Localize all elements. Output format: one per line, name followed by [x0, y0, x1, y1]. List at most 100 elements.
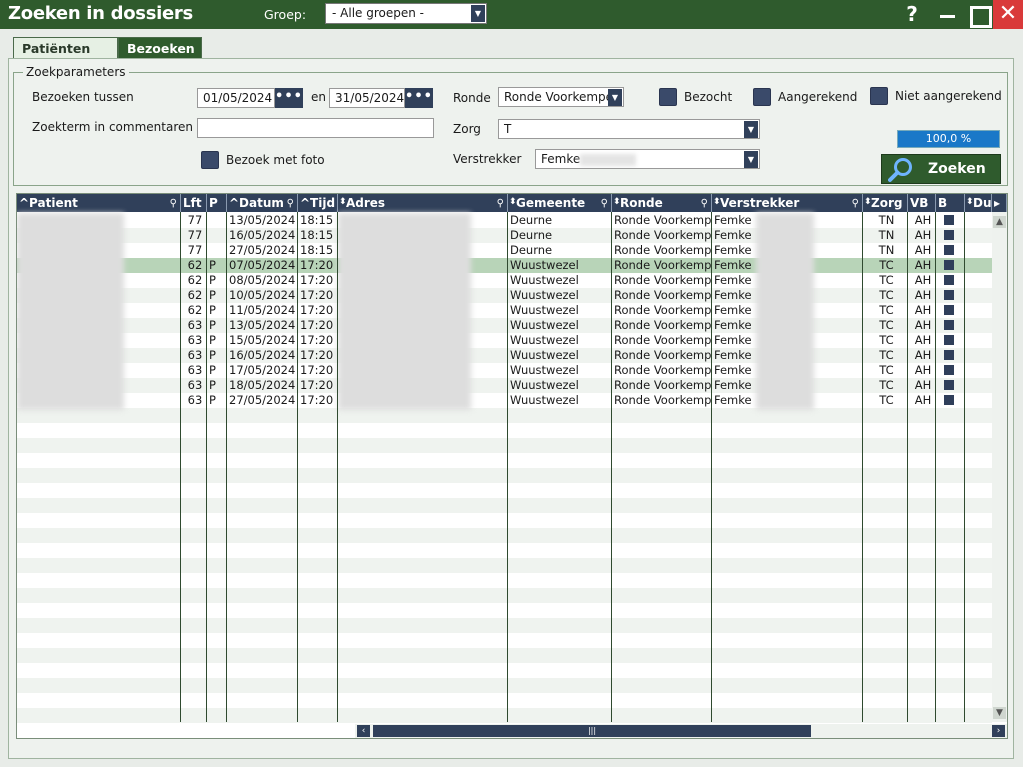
column-header-label: P [209, 196, 218, 210]
column-header-vb[interactable]: VB [908, 194, 936, 212]
table-row[interactable]: 63 P 27/05/2024 17:20 Wuustwezel Ronde Voorke… [17, 393, 992, 408]
column-header-du[interactable]: Du ⬍ [965, 194, 992, 212]
table-row[interactable]: 62 P 10/05/2024 17:20 Wuustwezel Ronde Voorke… [17, 288, 992, 303]
table-row[interactable]: 77 16/05/2024 18:15 Deurne Ronde Voorkempe Fe… [17, 228, 992, 243]
b-checkbox[interactable] [938, 333, 958, 348]
sort-icon[interactable]: ⬍ [613, 194, 621, 211]
chevron-down-icon[interactable]: ▼ [744, 151, 758, 168]
date-to-field[interactable]: 31/05/2024 [329, 88, 405, 108]
cell-vb: AH [914, 363, 932, 377]
aangerekend-checkbox[interactable] [753, 88, 771, 106]
b-checkbox[interactable] [938, 303, 958, 318]
empty-row [17, 528, 992, 543]
column-header-adres[interactable]: Adres ⬍ ⚲ [338, 194, 508, 212]
search-icon[interactable]: ⚲ [852, 195, 859, 212]
horizontal-scrollbar[interactable]: ‹ ||| › [355, 724, 1007, 738]
table-row[interactable]: 63 P 18/05/2024 17:20 Wuustwezel Ronde Voorke… [17, 378, 992, 393]
cell-p: P [209, 273, 216, 287]
sort-icon[interactable]: ⬍ [509, 194, 517, 211]
table-row[interactable]: 62 P 07/05/2024 17:20 Wuustwezel Ronde Voorke… [17, 258, 992, 273]
date-from-field[interactable]: 01/05/2024 [197, 88, 275, 108]
b-checkbox[interactable] [938, 288, 958, 303]
b-checkbox[interactable] [938, 258, 958, 273]
search-icon[interactable]: ⚲ [497, 195, 504, 212]
b-checkbox[interactable] [938, 243, 958, 258]
search-icon[interactable]: ⚲ [170, 195, 177, 212]
tab-patienten[interactable]: Patiënten (7) [13, 37, 118, 71]
b-checkbox[interactable] [938, 348, 958, 363]
b-checkbox[interactable] [938, 273, 958, 288]
sort-icon[interactable]: ⬍ [339, 194, 347, 211]
cell-lft: 63 [187, 318, 203, 332]
scroll-left-arrow[interactable]: ‹ [357, 725, 370, 737]
maximize-button[interactable] [963, 0, 993, 29]
b-checkbox[interactable] [938, 228, 958, 243]
table-row[interactable]: 63 P 15/05/2024 17:20 Wuustwezel Ronde Voorke… [17, 333, 992, 348]
close-button[interactable]: ✕ [993, 0, 1023, 29]
verstrekker-select[interactable]: Femke ▼ [535, 149, 760, 169]
search-icon[interactable]: ⚲ [287, 195, 294, 212]
column-header-zorg[interactable]: Zorg ⬍ [863, 194, 908, 212]
scroll-down-arrow[interactable]: ▼ [993, 707, 1006, 719]
column-header-gemeente[interactable]: Gemeente ⬍ ⚲ [508, 194, 612, 212]
bezocht-checkbox[interactable] [659, 88, 677, 106]
bezoek-met-foto-checkbox[interactable] [201, 151, 219, 169]
table-row[interactable]: 77 13/05/2024 18:15 Deurne Ronde Voorkempe Fe… [17, 213, 992, 228]
b-checkbox[interactable] [938, 318, 958, 333]
b-checkbox[interactable] [938, 393, 958, 408]
column-header-b[interactable]: B [936, 194, 965, 212]
verstrekker-label: Verstrekker [453, 152, 522, 166]
b-checkbox[interactable] [938, 213, 958, 228]
date-from-picker-button[interactable]: ••• [275, 88, 303, 108]
chevron-down-icon[interactable]: ▼ [471, 5, 485, 22]
sort-icon[interactable]: ⬍ [864, 194, 872, 211]
cell-gemeente: Wuustwezel [510, 288, 579, 302]
cell-datum: 17/05/2024 [229, 363, 296, 377]
column-header-verstrekker[interactable]: Verstrekker ⬍ ⚲ [712, 194, 863, 212]
b-checkbox[interactable] [938, 363, 958, 378]
cell-gemeente: Wuustwezel [510, 258, 579, 272]
cell-tijd: 17:20 [300, 303, 334, 317]
table-row[interactable]: 63 P 13/05/2024 17:20 Wuustwezel Ronde Voorke… [17, 318, 992, 333]
scrollbar-thumb[interactable]: ||| [373, 725, 811, 737]
table-row[interactable]: 62 P 08/05/2024 17:20 Wuustwezel Ronde Voorke… [17, 273, 992, 288]
b-checkbox[interactable] [938, 378, 958, 393]
column-header-tijd[interactable]: ^Tijd [298, 194, 338, 212]
zorg-select[interactable]: T ▼ [498, 119, 760, 139]
table-row[interactable]: 77 27/05/2024 18:15 Deurne Ronde Voorkempe Fe… [17, 243, 992, 258]
help-button[interactable]: ? [897, 0, 927, 29]
table-row[interactable]: 62 P 11/05/2024 17:20 Wuustwezel Ronde Voorke… [17, 303, 992, 318]
column-header-lft[interactable]: Lft [181, 194, 207, 212]
cell-datum: 08/05/2024 [229, 273, 296, 287]
vertical-scrollbar[interactable]: ▲ ▼ [992, 212, 1007, 722]
empty-row [17, 513, 992, 528]
zoeken-button[interactable]: Zoeken [881, 154, 1001, 184]
scroll-right-arrow[interactable]: › [992, 725, 1005, 737]
sort-icon[interactable]: ⬍ [713, 194, 721, 211]
niet-aangerekend-checkbox[interactable] [870, 87, 888, 105]
scroll-up-arrow[interactable]: ▲ [993, 216, 1006, 228]
search-icon[interactable]: ⚲ [701, 195, 708, 212]
column-header-p[interactable]: P [207, 194, 227, 212]
minimize-button[interactable] [932, 0, 962, 29]
column-header-patient[interactable]: ^Patient ⚲ [17, 194, 181, 212]
date-to-picker-button[interactable]: ••• [405, 88, 433, 108]
column-header-ronde[interactable]: Ronde ⬍ ⚲ [612, 194, 712, 212]
search-icon[interactable]: ⚲ [601, 195, 608, 212]
table-row[interactable]: 63 P 17/05/2024 17:20 Wuustwezel Ronde Voorke… [17, 363, 992, 378]
chevron-down-icon[interactable]: ▼ [608, 89, 622, 106]
checkbox-icon [944, 215, 954, 225]
groep-select[interactable]: - Alle groepen - ▼ [325, 3, 487, 24]
cell-vb: AH [914, 258, 932, 272]
ronde-select[interactable]: Ronde Voorkempe ▼ [498, 87, 624, 107]
empty-row [17, 618, 992, 633]
chevron-down-icon[interactable]: ▼ [744, 121, 758, 138]
cell-datum: 11/05/2024 [229, 303, 296, 317]
table-row[interactable]: 63 P 16/05/2024 17:20 Wuustwezel Ronde Voorke… [17, 348, 992, 363]
zoekterm-input[interactable] [197, 118, 434, 138]
results-grid[interactable]: ^Patient ⚲ Lft P ^Datum ⚲ ^Tijd Adres ⬍ ⚲ Gemeente… [16, 193, 1008, 739]
header-scroll-right-icon[interactable]: ▸ [992, 194, 1007, 212]
tab-bezoeken[interactable]: Bezoeken [118, 37, 202, 59]
column-header-datum[interactable]: ^Datum ⚲ [227, 194, 298, 212]
sort-icon[interactable]: ⬍ [966, 194, 974, 211]
